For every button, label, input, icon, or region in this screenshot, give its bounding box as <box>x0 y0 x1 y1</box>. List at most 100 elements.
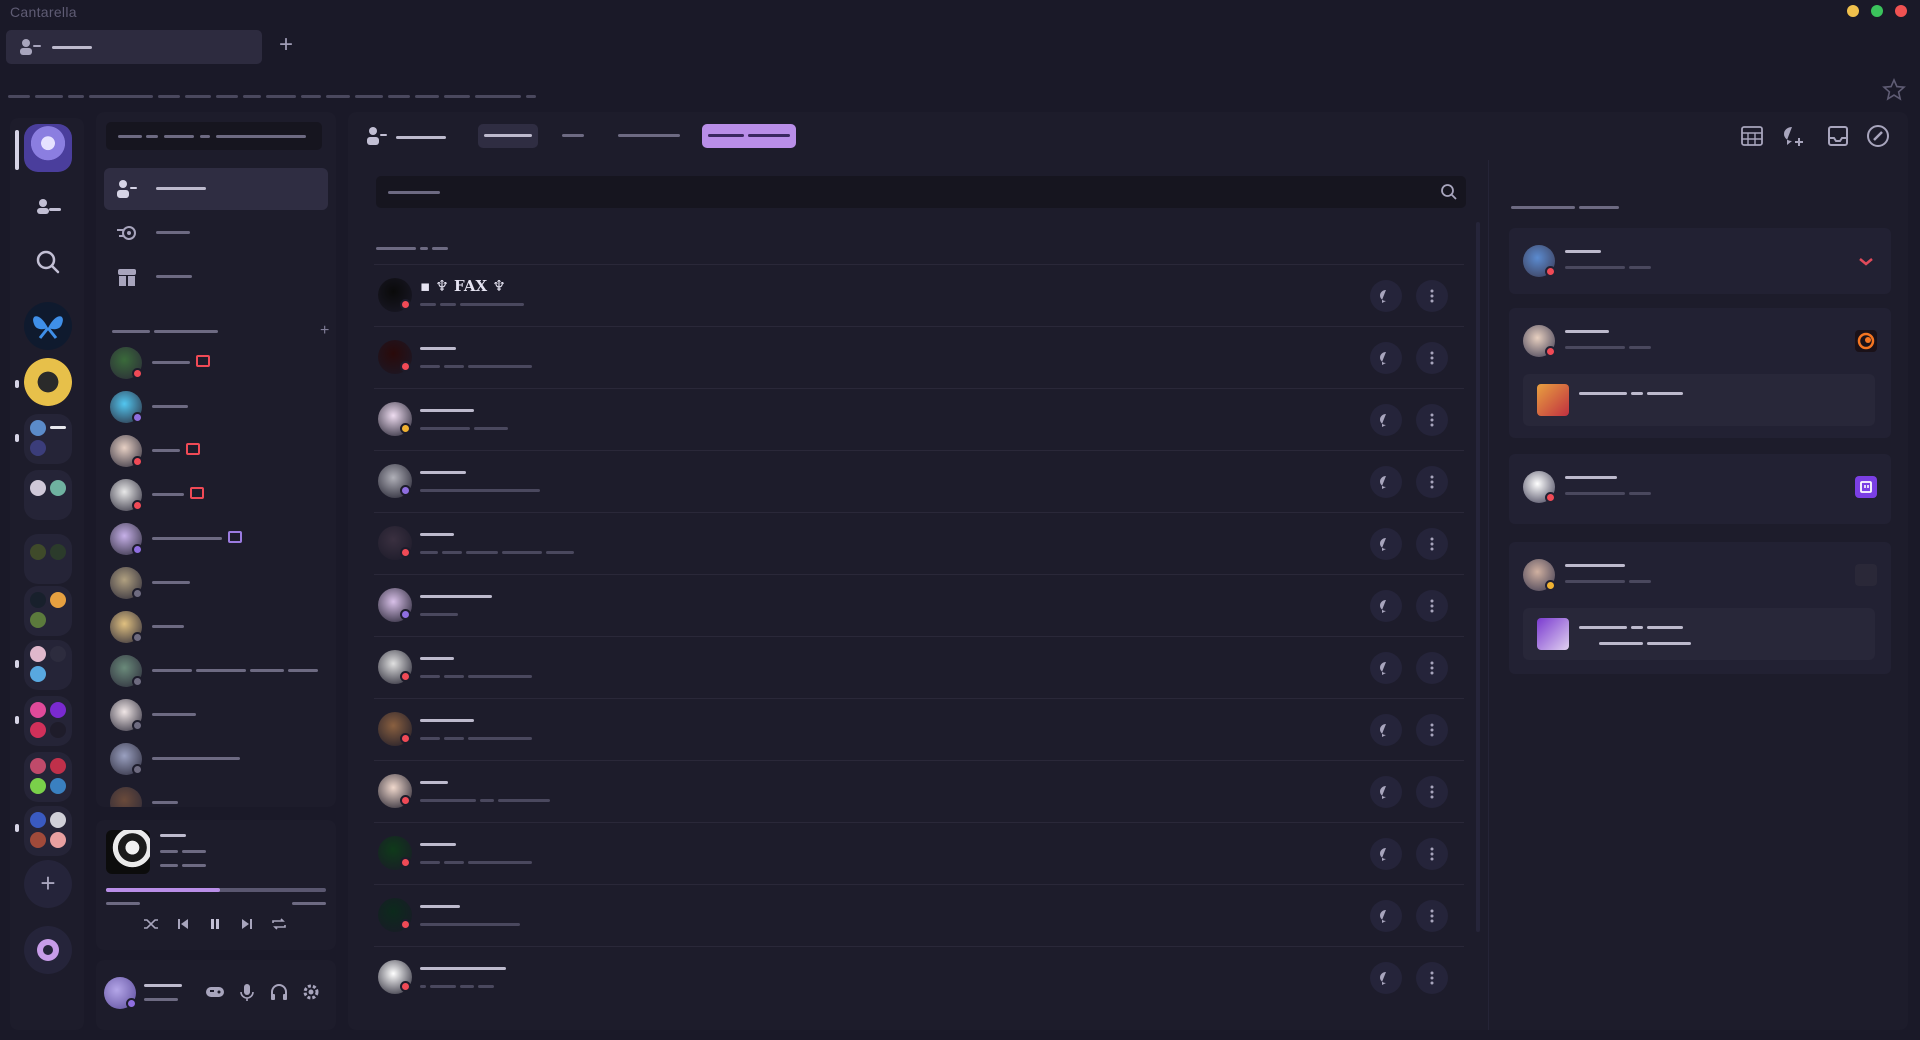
friend-row[interactable]: ▪ ♆ FAX ♆ <box>374 264 1464 326</box>
server-folder[interactable] <box>24 696 72 746</box>
message-button[interactable] <box>1370 404 1402 436</box>
message-button[interactable] <box>1370 838 1402 870</box>
star-icon[interactable] <box>1882 78 1906 102</box>
friend-row[interactable] <box>374 822 1464 884</box>
friend-row[interactable] <box>374 388 1464 450</box>
dm-item[interactable] <box>106 784 322 807</box>
help-icon[interactable] <box>1866 124 1890 148</box>
more-options-button[interactable] <box>1416 280 1448 312</box>
activity-card[interactable] <box>1509 454 1891 524</box>
discover-button[interactable] <box>24 926 72 974</box>
add-friend-button[interactable] <box>702 124 796 148</box>
search-icon[interactable] <box>24 238 72 286</box>
dm-item[interactable] <box>106 344 322 386</box>
new-group-dm-icon[interactable] <box>1780 124 1804 148</box>
message-button[interactable] <box>1370 528 1402 560</box>
tab-friends[interactable] <box>6 30 262 64</box>
more-options-button[interactable] <box>1416 528 1448 560</box>
butterfly-server-icon[interactable] <box>24 302 72 350</box>
nav-shop[interactable] <box>104 256 328 298</box>
friend-row[interactable] <box>374 698 1464 760</box>
more-options-button[interactable] <box>1416 652 1448 684</box>
server-folder[interactable] <box>24 752 72 802</box>
shop-icon <box>118 269 136 286</box>
headphones-icon[interactable] <box>268 981 290 1003</box>
find-conversation-input[interactable] <box>106 122 322 150</box>
more-options-button[interactable] <box>1416 838 1448 870</box>
more-options-button[interactable] <box>1416 776 1448 808</box>
message-button[interactable] <box>1370 714 1402 746</box>
activity-card[interactable] <box>1509 542 1891 674</box>
activity-card[interactable] <box>1509 228 1891 294</box>
previous-icon[interactable] <box>175 916 191 932</box>
nav-friends[interactable] <box>104 168 328 210</box>
add-server-button[interactable]: + <box>24 860 72 908</box>
activity-card[interactable] <box>1509 308 1891 438</box>
message-button[interactable] <box>1370 590 1402 622</box>
friend-row[interactable] <box>374 326 1464 388</box>
message-button[interactable] <box>1370 466 1402 498</box>
more-options-button[interactable] <box>1416 590 1448 622</box>
minimize-button[interactable] <box>1847 5 1859 17</box>
friend-list-scrollbar[interactable] <box>1476 222 1480 932</box>
dm-item[interactable] <box>106 476 322 518</box>
server-folder[interactable] <box>24 806 72 856</box>
calendar-grid-icon[interactable] <box>1740 124 1764 148</box>
message-button[interactable] <box>1370 342 1402 374</box>
friends-icon[interactable] <box>24 184 72 232</box>
more-options-button[interactable] <box>1416 342 1448 374</box>
dm-item[interactable] <box>106 432 322 474</box>
friend-row[interactable] <box>374 450 1464 512</box>
dm-item[interactable] <box>106 388 322 430</box>
repeat-icon[interactable] <box>271 916 287 932</box>
dm-item[interactable] <box>106 520 322 562</box>
pause-icon[interactable] <box>207 916 223 932</box>
dm-item[interactable] <box>106 696 322 738</box>
create-dm-button[interactable]: + <box>320 322 329 340</box>
new-tab-button[interactable]: + <box>276 33 296 58</box>
more-options-button[interactable] <box>1416 900 1448 932</box>
dm-item[interactable] <box>106 740 322 782</box>
game-icon[interactable] <box>204 981 226 1003</box>
close-button[interactable] <box>1895 5 1907 17</box>
friend-row[interactable] <box>374 760 1464 822</box>
maximize-button[interactable] <box>1871 5 1883 17</box>
more-options-button[interactable] <box>1416 466 1448 498</box>
nav-nitro[interactable] <box>104 212 328 254</box>
message-button[interactable] <box>1370 776 1402 808</box>
message-button[interactable] <box>1370 652 1402 684</box>
emblem-server-icon[interactable] <box>24 358 72 406</box>
tab-pending[interactable] <box>614 124 684 148</box>
text-line <box>1629 492 1651 495</box>
more-options-button[interactable] <box>1416 962 1448 994</box>
friend-row[interactable] <box>374 884 1464 946</box>
more-options-button[interactable] <box>1416 714 1448 746</box>
message-button[interactable] <box>1370 280 1402 312</box>
server-folder[interactable] <box>24 414 72 464</box>
message-button[interactable] <box>1370 962 1402 994</box>
playback-progress[interactable] <box>106 888 326 892</box>
home-avatar[interactable] <box>24 124 72 172</box>
shuffle-icon[interactable] <box>143 916 159 932</box>
server-folder[interactable] <box>24 586 72 636</box>
microphone-icon[interactable] <box>236 981 258 1003</box>
friend-search-input[interactable] <box>376 176 1466 208</box>
friend-row[interactable] <box>374 946 1464 1008</box>
inbox-icon[interactable] <box>1826 124 1850 148</box>
next-icon[interactable] <box>239 916 255 932</box>
tab-online[interactable] <box>478 124 538 148</box>
message-button[interactable] <box>1370 900 1402 932</box>
settings-icon[interactable] <box>300 981 322 1003</box>
dm-item[interactable] <box>106 608 322 650</box>
friend-row[interactable] <box>374 636 1464 698</box>
dm-item[interactable] <box>106 564 322 606</box>
friend-row[interactable] <box>374 512 1464 574</box>
more-options-button[interactable] <box>1416 404 1448 436</box>
tab-all[interactable] <box>558 124 588 148</box>
more-vertical-icon <box>1430 599 1434 613</box>
friend-row[interactable] <box>374 574 1464 636</box>
server-folder[interactable] <box>24 534 72 584</box>
server-folder[interactable] <box>24 470 72 520</box>
server-folder[interactable] <box>24 640 72 690</box>
dm-item[interactable] <box>106 652 322 694</box>
